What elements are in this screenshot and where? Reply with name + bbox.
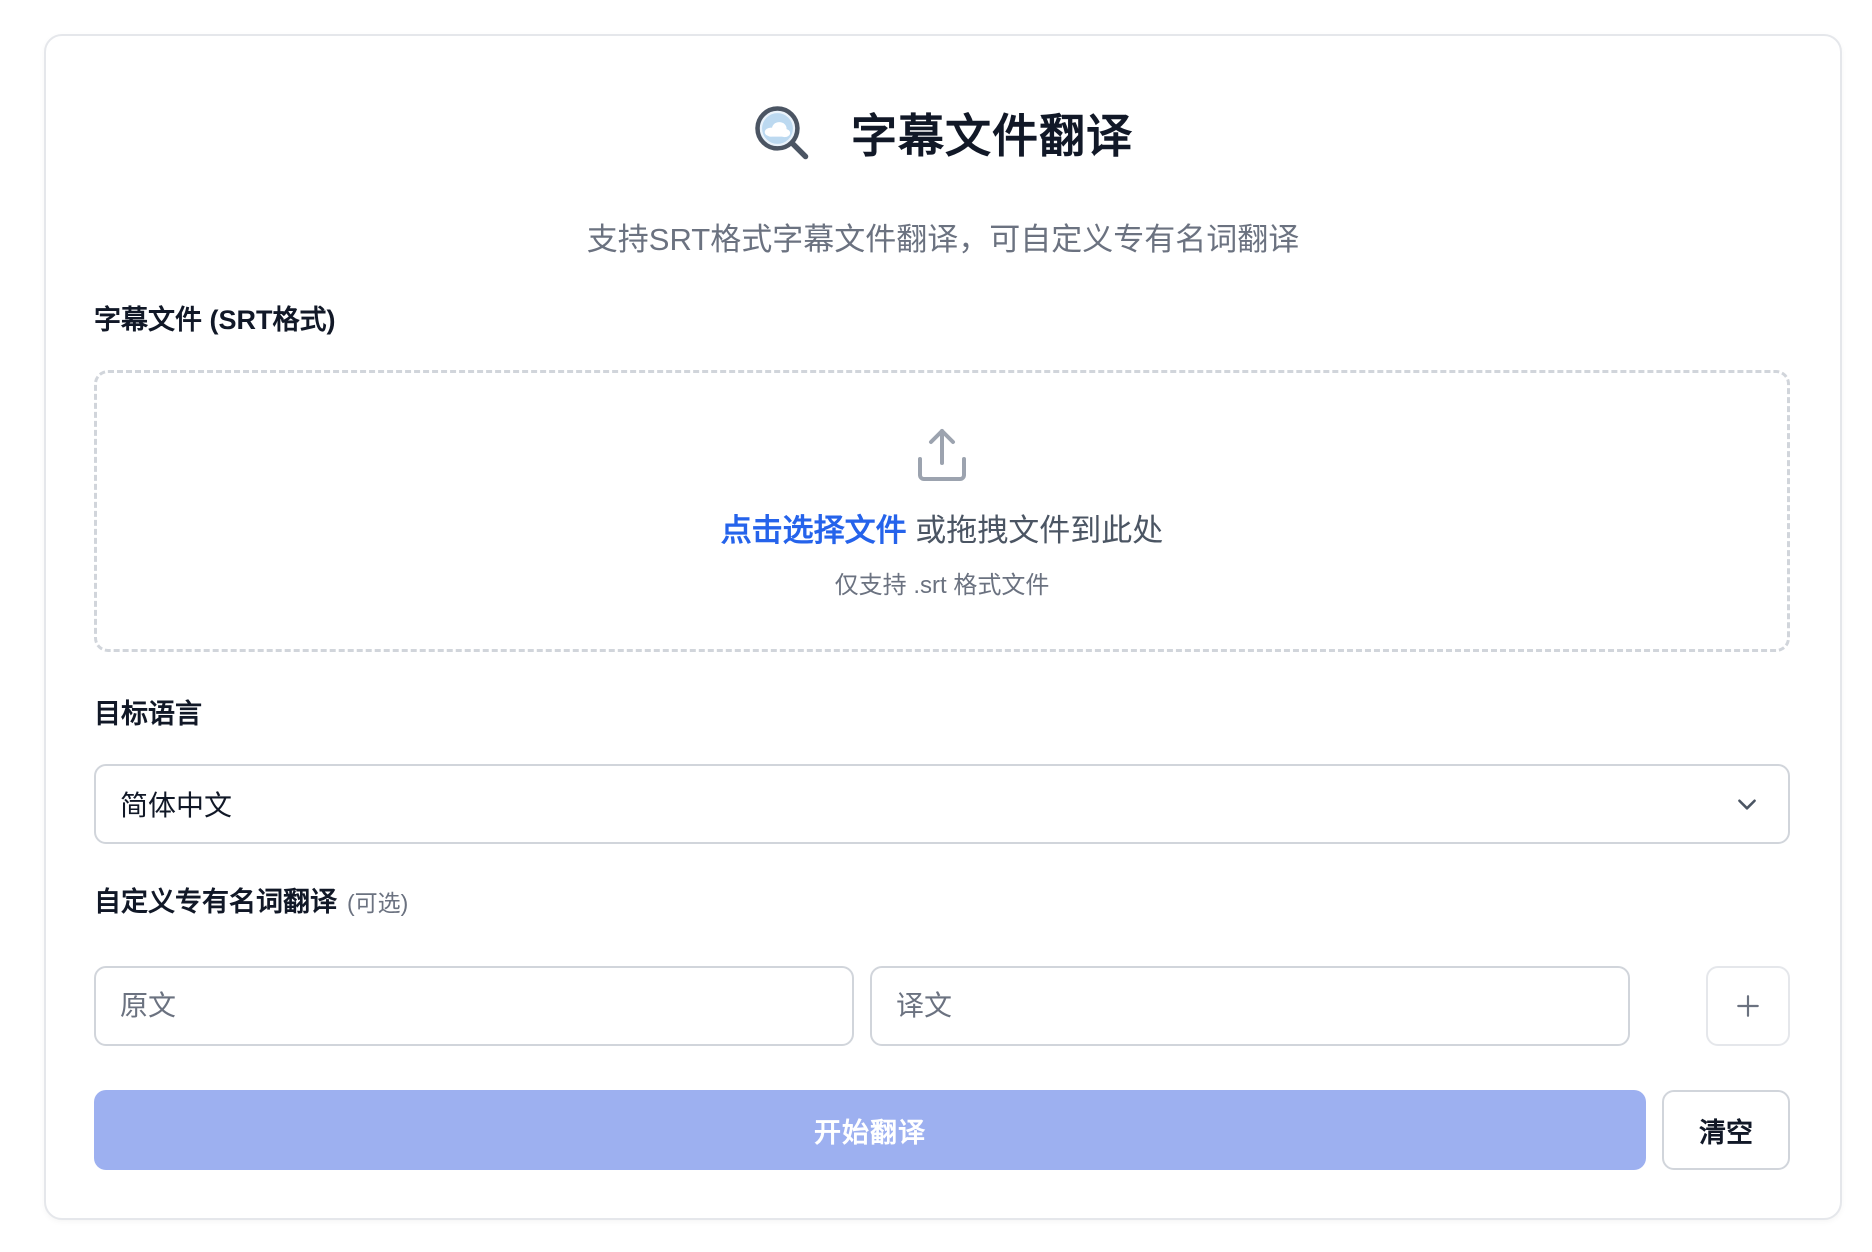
add-term-button[interactable] xyxy=(1706,966,1790,1046)
dropzone-instruction: 点击选择文件 或拖拽文件到此处 xyxy=(97,505,1787,550)
glossary-label: 自定义专有名词翻译 (可选) xyxy=(94,880,408,919)
file-dropzone[interactable]: 点击选择文件 或拖拽文件到此处 仅支持 .srt 格式文件 xyxy=(94,370,1790,652)
chevron-down-icon xyxy=(1738,799,1756,810)
drag-hint-text: 或拖拽文件到此处 xyxy=(906,513,1164,548)
glossary-label-text: 自定义专有名词翻译 xyxy=(94,887,337,917)
page-subtitle: 支持SRT格式字幕文件翻译，可自定义专有名词翻译 xyxy=(586,222,1300,257)
file-format-hint: 仅支持 .srt 格式文件 xyxy=(834,572,1050,599)
language-label: 目标语言 xyxy=(94,699,202,729)
start-translation-button[interactable]: 开始翻译 xyxy=(94,1090,1646,1170)
translator-card: 字幕文件翻译 支持SRT格式字幕文件翻译，可自定义专有名词翻译 字幕文件 (SR… xyxy=(44,34,1842,1220)
target-language-value: 简体中文 xyxy=(120,790,233,821)
optional-tag: (可选) xyxy=(347,890,409,916)
page-title: 字幕文件翻译 xyxy=(851,110,1133,162)
select-file-link[interactable]: 点击选择文件 xyxy=(721,513,907,548)
target-language-select[interactable]: 简体中文 xyxy=(94,764,1790,844)
clear-button[interactable]: 清空 xyxy=(1662,1090,1790,1170)
glossary-target-input[interactable] xyxy=(870,966,1630,1046)
glossary-source-input[interactable] xyxy=(94,966,854,1046)
upload-icon xyxy=(918,429,966,481)
plus-icon xyxy=(1737,995,1759,1017)
upload-label: 字幕文件 (SRT格式) xyxy=(94,305,336,335)
page-header: 字幕文件翻译 xyxy=(46,100,1840,166)
magnifier-cloud-icon xyxy=(755,106,809,160)
